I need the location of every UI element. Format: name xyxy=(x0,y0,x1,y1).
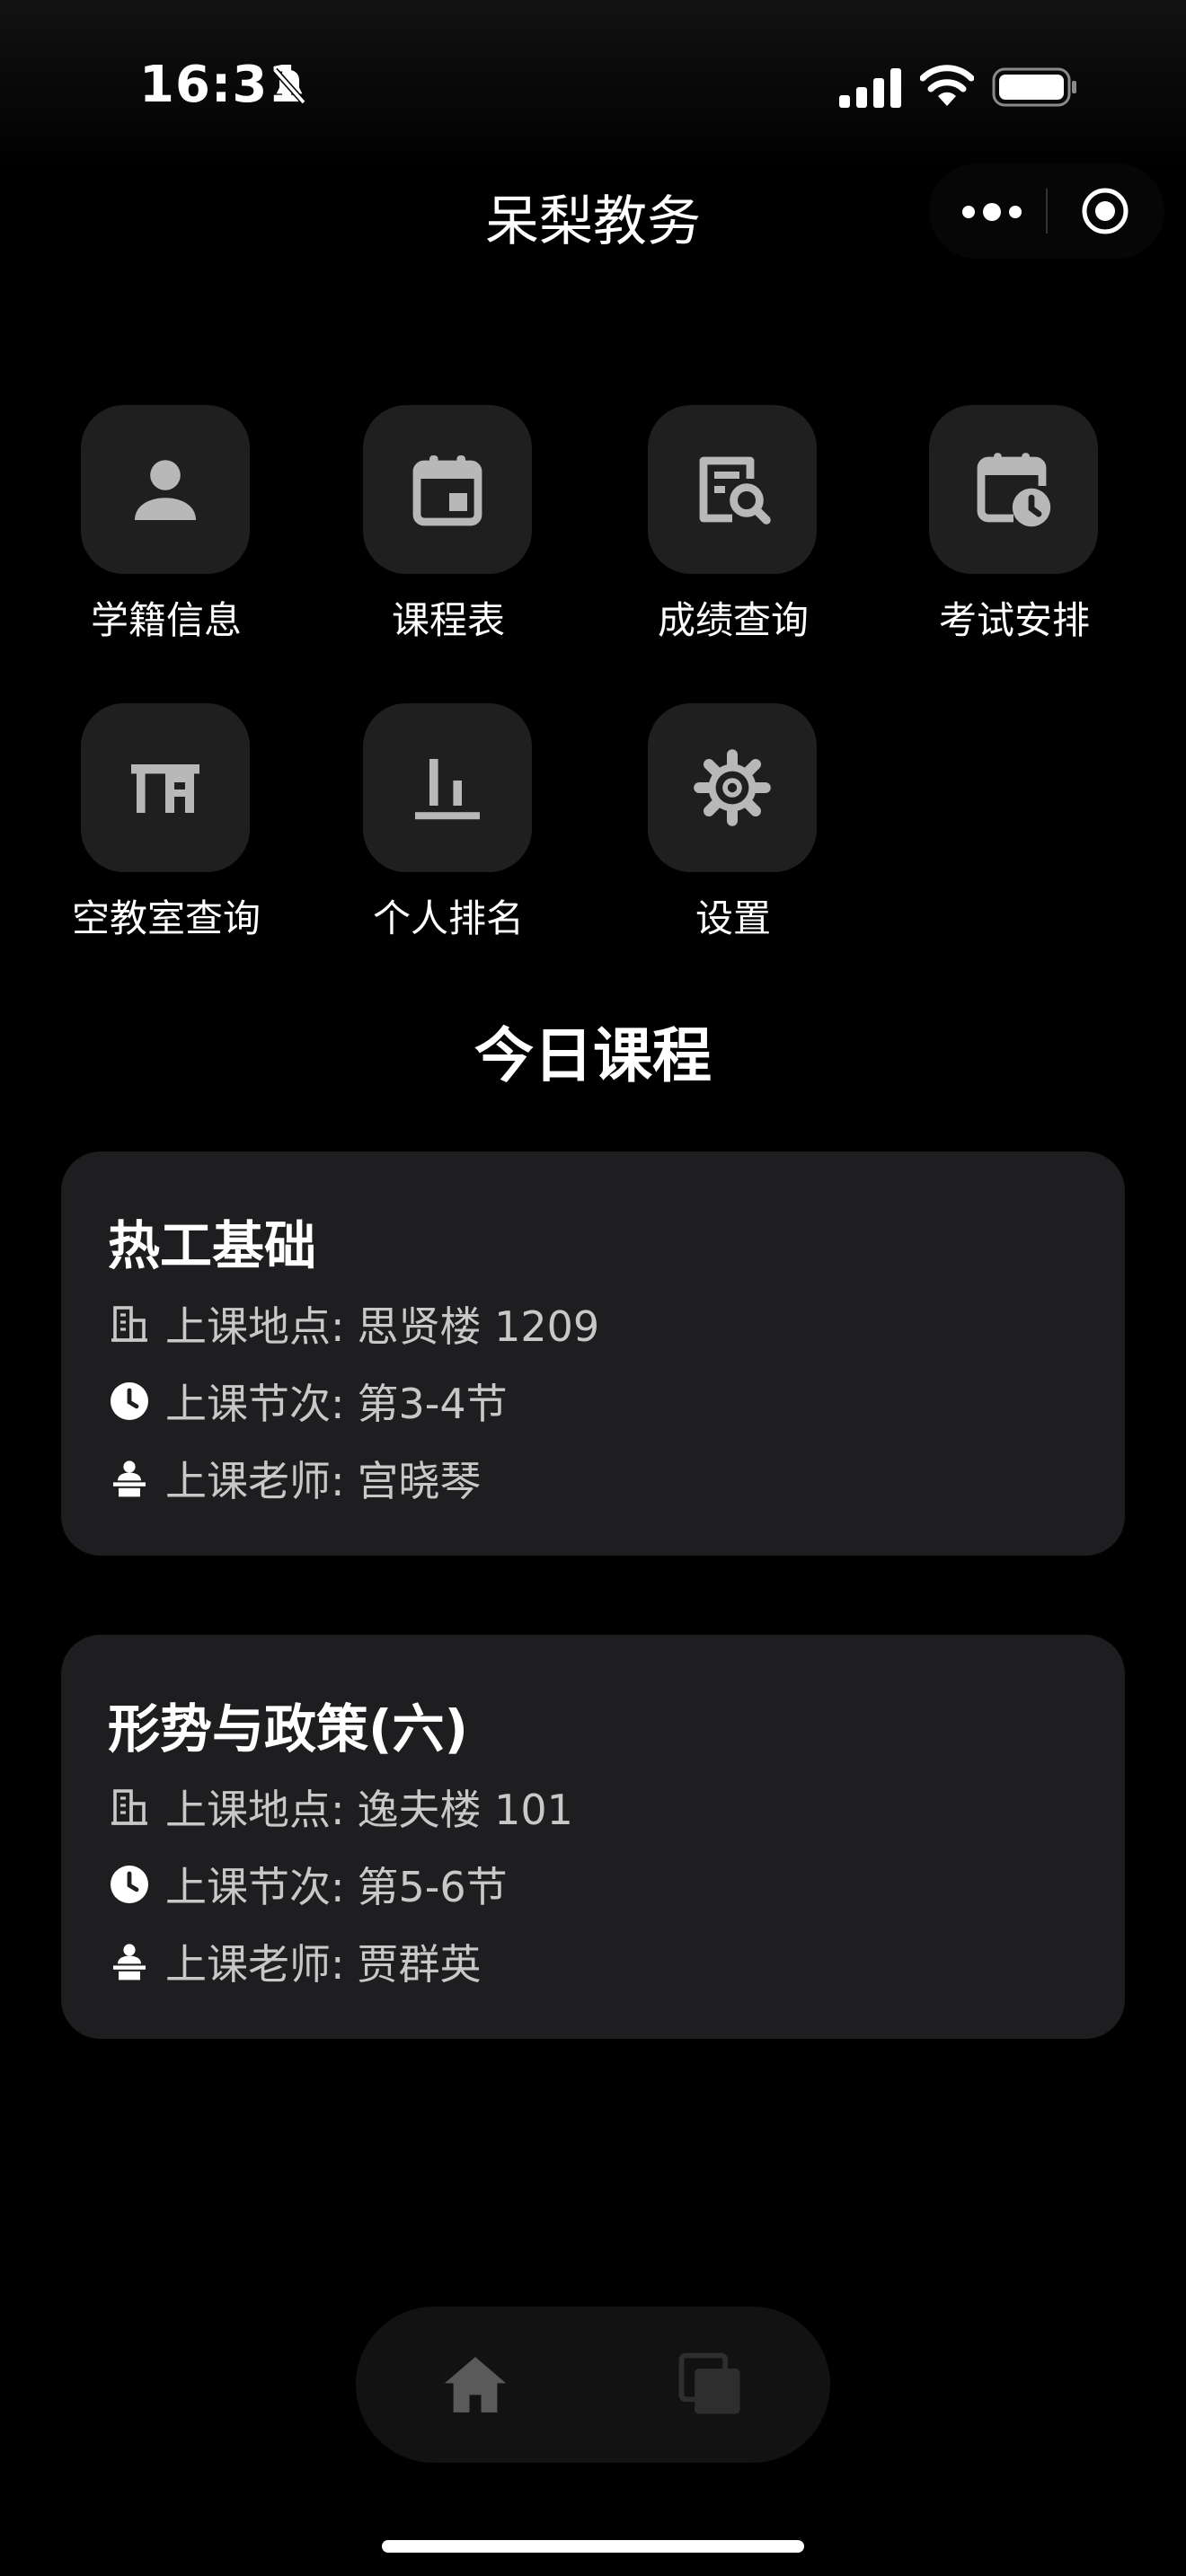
course-location-row: 上课地点: 思贤楼 1209 xyxy=(108,1297,599,1351)
bell-muted-icon xyxy=(272,67,306,105)
ranking-bars-icon xyxy=(415,759,480,820)
period-value: 第5-6节 xyxy=(357,1863,508,1911)
building-icon xyxy=(111,1306,147,1342)
menu-label: 个人排名 xyxy=(372,896,524,940)
menu-tile[interactable] xyxy=(363,703,532,872)
calendar-icon xyxy=(412,455,482,526)
signal-icon xyxy=(839,68,901,108)
menu-timetable[interactable]: 课程表 xyxy=(332,405,565,675)
status-bar: 16:31 xyxy=(0,0,1186,171)
menu-grades[interactable]: 成绩查询 xyxy=(616,405,850,675)
menu-label: 空教室查询 xyxy=(71,896,261,940)
teacher-value: 宫晓琴 xyxy=(357,1457,482,1505)
course-card[interactable]: 热工基础 上课地点: 思贤楼 1209 上课节次: 第3-4节 上课老师: 宫晓… xyxy=(61,1151,1125,1556)
course-teacher-row: 上课老师: 贾群英 xyxy=(108,1935,482,1989)
calendar-clock-icon xyxy=(977,453,1051,527)
gear-icon xyxy=(694,749,771,826)
building-icon xyxy=(111,1789,147,1825)
menu-label: 设置 xyxy=(695,896,771,940)
location-label: 上课地点: xyxy=(165,1302,345,1351)
battery-icon xyxy=(992,67,1076,107)
more-icon[interactable] xyxy=(956,194,1028,230)
menu-label: 考试安排 xyxy=(938,598,1090,642)
capsule-divider xyxy=(1046,189,1048,234)
menu-tile[interactable] xyxy=(363,405,532,574)
menu-tile[interactable] xyxy=(81,703,250,872)
course-period-row: 上课节次: 第3-4节 xyxy=(108,1374,508,1428)
menu-tile[interactable] xyxy=(648,703,817,872)
period-label: 上课节次: xyxy=(165,1863,345,1911)
course-period-row: 上课节次: 第5-6节 xyxy=(108,1857,508,1911)
target-icon[interactable] xyxy=(1080,186,1130,236)
teacher-icon xyxy=(113,1460,146,1497)
period-label: 上课节次: xyxy=(165,1380,345,1428)
course-location-row: 上课地点: 逸夫楼 101 xyxy=(108,1780,573,1834)
home-icon[interactable] xyxy=(438,2350,512,2420)
location-label: 上课地点: xyxy=(165,1786,345,1834)
menu-ranking[interactable]: 个人排名 xyxy=(332,703,565,973)
today-courses-title: 今日课程 xyxy=(474,1021,712,1090)
menu-exams[interactable]: 考试安排 xyxy=(898,405,1131,675)
pages-icon[interactable] xyxy=(676,2350,746,2420)
clock-icon xyxy=(111,1382,148,1420)
menu-label: 学籍信息 xyxy=(90,598,242,642)
menu-student-status[interactable]: 学籍信息 xyxy=(49,405,283,675)
period-value: 第3-4节 xyxy=(357,1380,508,1428)
teacher-value: 贾群英 xyxy=(357,1940,482,1989)
mini-program-capsule xyxy=(929,163,1164,259)
menu-tile[interactable] xyxy=(929,405,1098,574)
teacher-label: 上课老师: xyxy=(165,1457,345,1505)
classroom-desk-icon xyxy=(131,764,199,813)
location-value: 思贤楼 1209 xyxy=(357,1302,600,1351)
menu-settings[interactable]: 设置 xyxy=(616,703,850,973)
menu-tile[interactable] xyxy=(81,405,250,574)
menu-label: 课程表 xyxy=(391,598,505,642)
person-icon xyxy=(135,460,196,520)
report-search-icon xyxy=(699,456,771,525)
teacher-label: 上课老师: xyxy=(165,1940,345,1989)
teacher-icon xyxy=(113,1944,146,1981)
menu-empty-classroom[interactable]: 空教室查询 xyxy=(49,703,283,973)
wifi-icon xyxy=(920,65,974,106)
menu-label: 成绩查询 xyxy=(657,598,809,642)
tab-bar xyxy=(356,2307,830,2463)
menu-tile[interactable] xyxy=(648,405,817,574)
home-indicator xyxy=(382,2540,804,2553)
course-teacher-row: 上课老师: 宫晓琴 xyxy=(108,1451,482,1505)
clock-icon xyxy=(111,1866,148,1903)
course-card[interactable]: 形势与政策(六) 上课地点: 逸夫楼 101 上课节次: 第5-6节 上课老师:… xyxy=(61,1635,1125,2039)
location-value: 逸夫楼 101 xyxy=(357,1786,573,1834)
course-name: 形势与政策(六) xyxy=(108,1698,469,1760)
course-name: 热工基础 xyxy=(108,1215,317,1276)
